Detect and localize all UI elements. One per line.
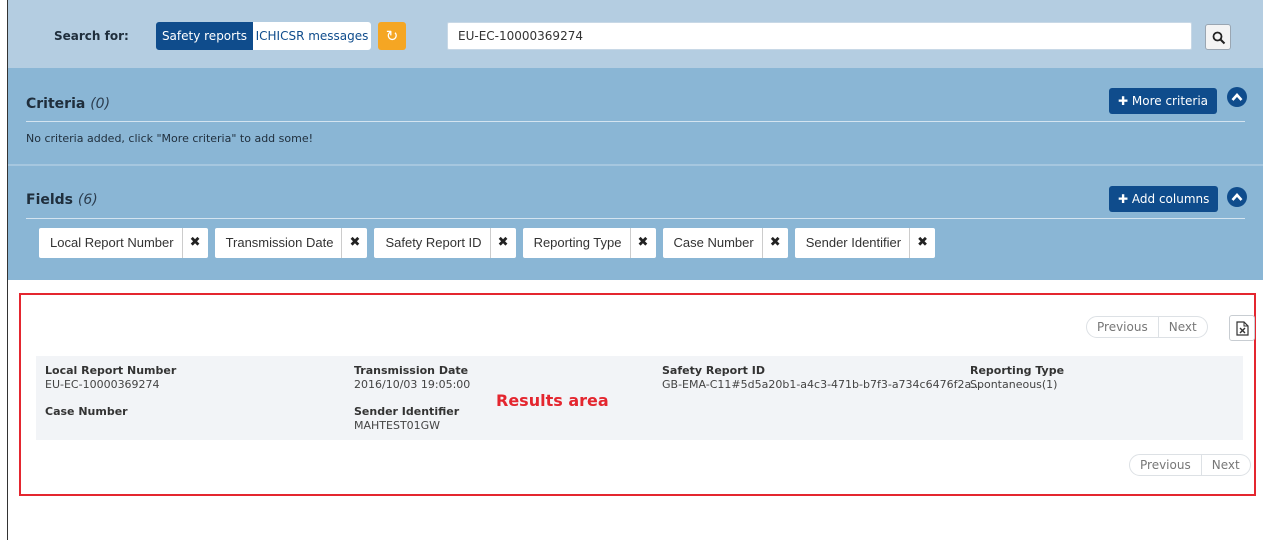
- cell-value: GB-EMA-C11#5d5a20b1-a4c3-471b-b7f3-a734c…: [662, 378, 982, 391]
- reset-button[interactable]: ↻: [378, 22, 406, 50]
- criteria-empty-hint: No criteria added, click "More criteria"…: [26, 132, 314, 145]
- close-icon[interactable]: ✖: [631, 228, 656, 258]
- criteria-title-text: Criteria: [26, 96, 86, 112]
- criteria-title: Criteria (0): [26, 96, 110, 112]
- field-chip-local-report-number: Local Report Number ✖: [39, 228, 208, 258]
- excel-export-icon: [1236, 321, 1249, 336]
- cell-value: MAHTEST01GW: [354, 419, 441, 432]
- chip-label: Safety Report ID: [374, 228, 491, 258]
- close-icon[interactable]: ✖: [342, 228, 367, 258]
- chip-label: Transmission Date: [215, 228, 343, 258]
- search-input[interactable]: [447, 22, 1192, 50]
- cell-safety-report-id: Safety Report ID GB-EMA-C11#5d5a20b1-a4c…: [662, 364, 982, 392]
- results-area: Previous Next Local Report Number EU-EC-…: [19, 293, 1256, 496]
- export-button[interactable]: [1229, 315, 1255, 341]
- app-frame: Search for: Safety reports ICHICSR messa…: [7, 0, 1263, 540]
- cell-label: Reporting Type: [970, 364, 1065, 377]
- more-criteria-button[interactable]: ✚ More criteria: [1109, 88, 1218, 114]
- plus-icon: ✚: [1118, 94, 1129, 108]
- criteria-divider: [26, 121, 1245, 122]
- close-icon[interactable]: ✖: [183, 228, 208, 258]
- pager-top: Previous Next: [1086, 316, 1208, 340]
- cell-reporting-type: Reporting Type Spontaneous(1): [970, 364, 1064, 392]
- section-divider: [8, 164, 1263, 166]
- fields-divider: [26, 218, 1245, 219]
- cell-label: Sender Identifier: [354, 405, 460, 418]
- magnifier-icon: [1212, 31, 1226, 45]
- chip-label: Case Number: [663, 228, 763, 258]
- plus-icon: ✚: [1118, 192, 1129, 206]
- search-for-label: Search for:: [54, 29, 129, 43]
- pager-bottom: Previous Next: [1129, 454, 1251, 478]
- close-icon[interactable]: ✖: [910, 228, 935, 258]
- field-chips: Local Report Number ✖ Transmission Date …: [39, 228, 936, 258]
- field-chip-transmission-date: Transmission Date ✖: [214, 228, 368, 258]
- cell-sender-identifier: Sender Identifier MAHTEST01GW: [354, 405, 459, 433]
- criteria-panel: Criteria (0) ✚ More criteria No criteria…: [8, 68, 1263, 280]
- chip-label: Sender Identifier: [795, 228, 911, 258]
- criteria-count: (0): [90, 96, 111, 112]
- cell-value: Spontaneous(1): [970, 378, 1058, 391]
- field-chip-reporting-type: Reporting Type ✖: [522, 228, 656, 258]
- fields-title-text: Fields: [26, 192, 74, 208]
- field-chip-sender-identifier: Sender Identifier ✖: [794, 228, 936, 258]
- cell-case-number: Case Number: [45, 405, 128, 419]
- cell-value: 2016/10/03 19:05:00: [354, 378, 471, 391]
- tab-ichicsr-messages[interactable]: ICHICSR messages: [253, 22, 371, 50]
- cell-transmission-date: Transmission Date 2016/10/03 19:05:00: [354, 364, 470, 392]
- fields-collapse-toggle[interactable]: [1227, 187, 1247, 207]
- field-chip-case-number: Case Number ✖: [662, 228, 788, 258]
- cell-label: Case Number: [45, 405, 128, 418]
- previous-button[interactable]: Previous: [1086, 316, 1159, 338]
- cell-value: EU-EC-10000369274: [45, 378, 160, 391]
- tab-safety-reports[interactable]: Safety reports: [156, 22, 253, 50]
- add-columns-button[interactable]: ✚ Add columns: [1109, 186, 1219, 212]
- cell-label: Transmission Date: [354, 364, 469, 377]
- chip-label: Local Report Number: [39, 228, 183, 258]
- next-button[interactable]: Next: [1201, 454, 1251, 476]
- result-row[interactable]: Local Report Number EU-EC-10000369274 Tr…: [36, 356, 1243, 440]
- chevron-up-icon: [1231, 193, 1243, 201]
- add-columns-label: Add columns: [1131, 192, 1210, 206]
- cell-local-report-number: Local Report Number EU-EC-10000369274: [45, 364, 176, 392]
- chip-label: Reporting Type: [523, 228, 631, 258]
- fields-title: Fields (6): [26, 192, 98, 208]
- close-icon[interactable]: ✖: [763, 228, 788, 258]
- criteria-collapse-toggle[interactable]: [1227, 87, 1247, 107]
- search-button[interactable]: [1205, 24, 1231, 50]
- cell-label: Safety Report ID: [662, 364, 765, 377]
- cell-label: Local Report Number: [45, 364, 177, 377]
- chevron-up-icon: [1231, 93, 1243, 101]
- search-bar: Search for: Safety reports ICHICSR messa…: [8, 0, 1263, 68]
- fields-count: (6): [77, 192, 98, 208]
- next-button[interactable]: Next: [1158, 316, 1208, 338]
- previous-button[interactable]: Previous: [1129, 454, 1202, 476]
- results-area-callout: Results area: [496, 391, 609, 410]
- more-criteria-label: More criteria: [1131, 94, 1209, 108]
- undo-icon: ↻: [385, 27, 399, 45]
- field-chip-safety-report-id: Safety Report ID ✖: [374, 228, 516, 258]
- close-icon[interactable]: ✖: [491, 228, 516, 258]
